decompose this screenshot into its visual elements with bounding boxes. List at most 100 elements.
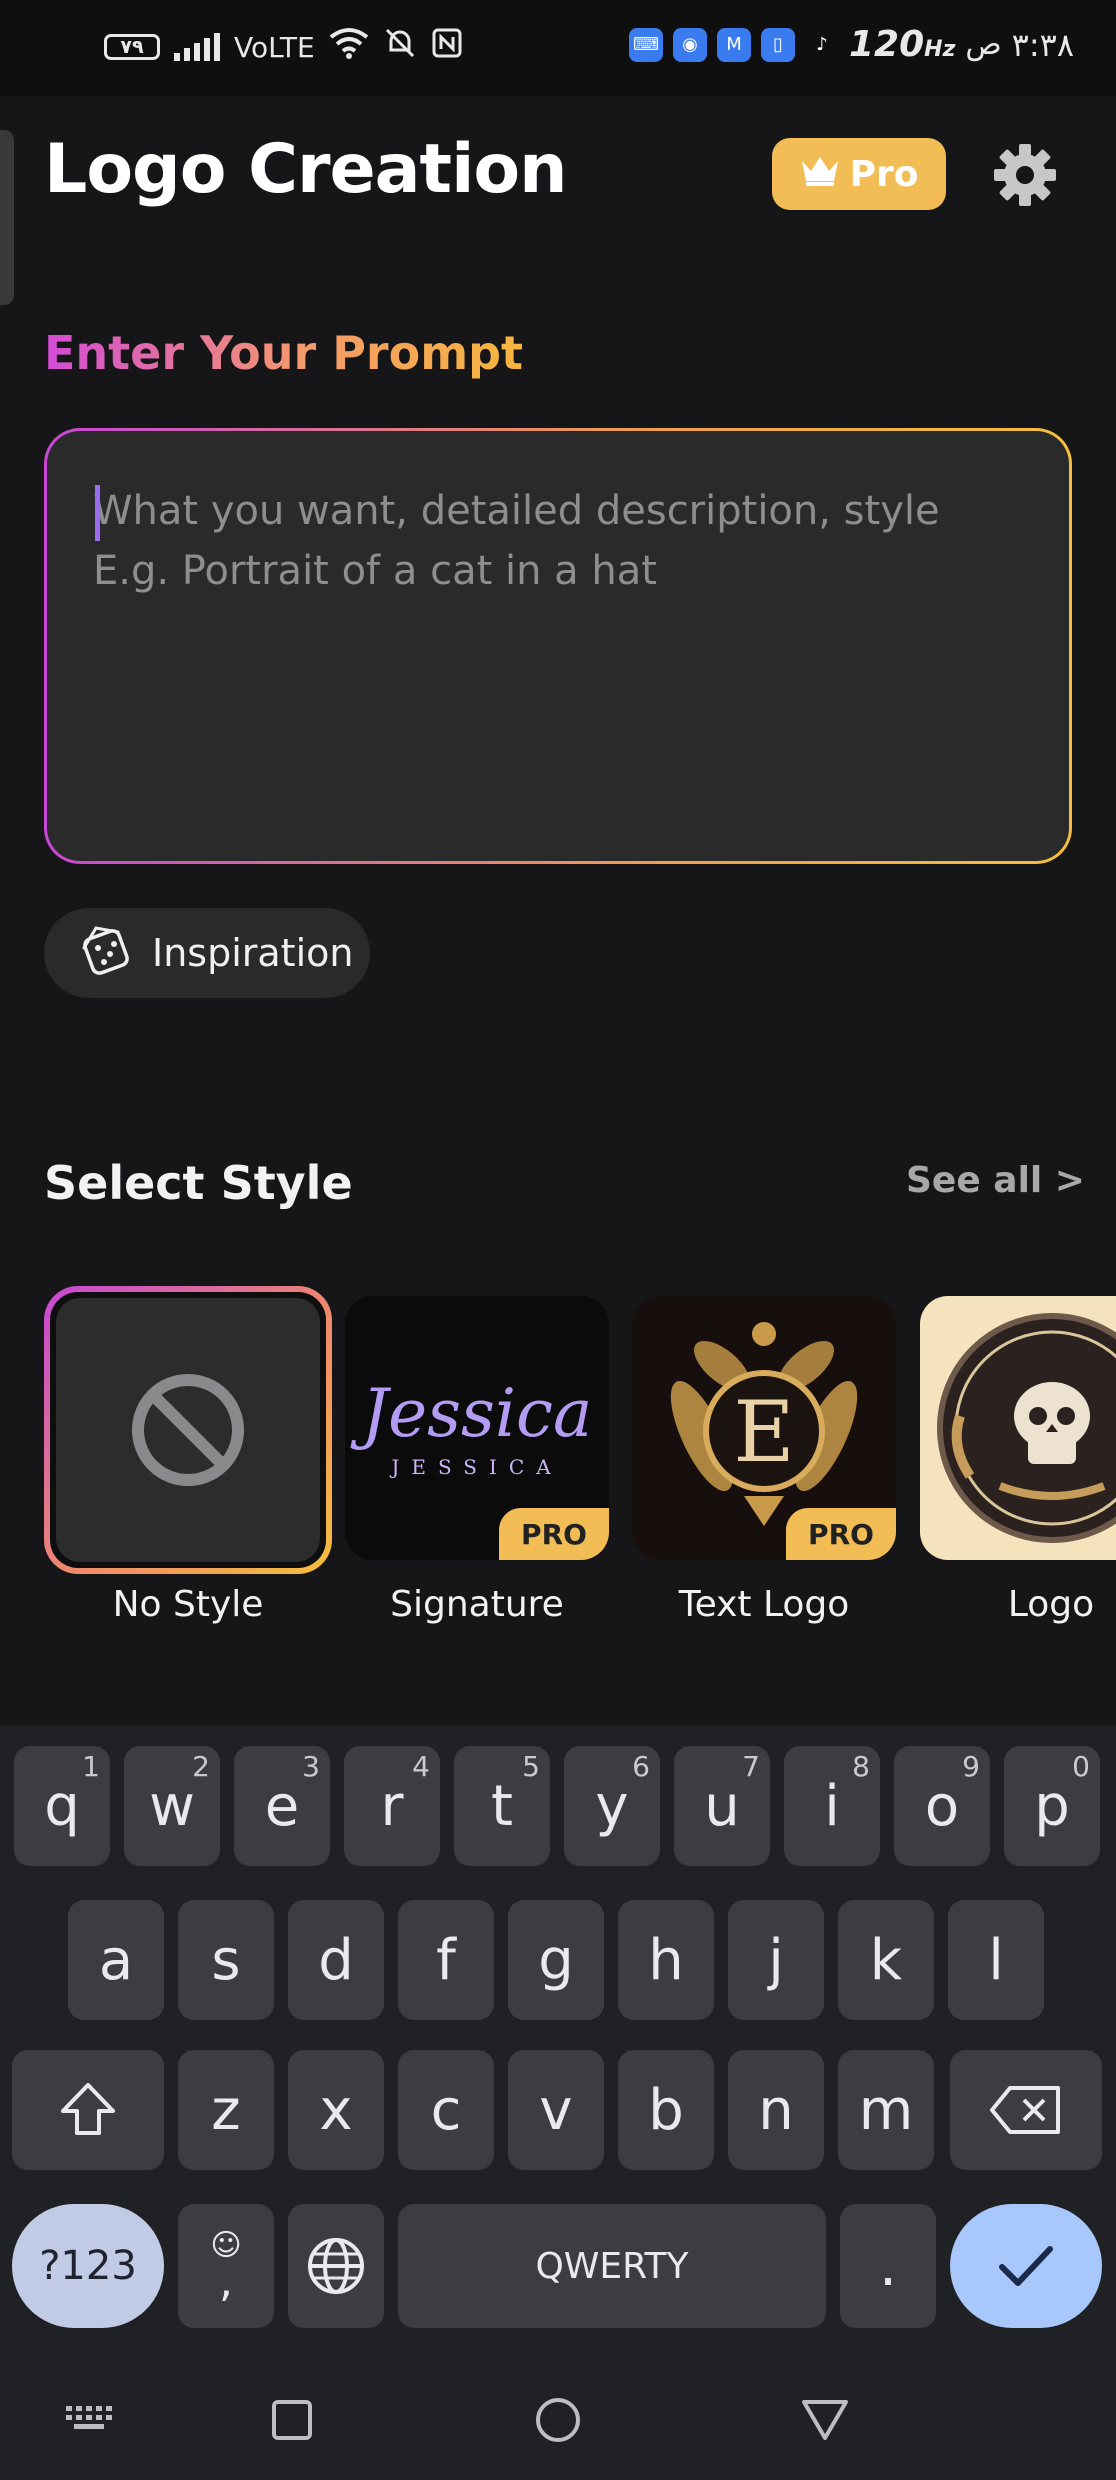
style-tile-text-logo[interactable]: E PRO: [632, 1296, 896, 1560]
key-s-label: s: [211, 1927, 241, 1993]
key-s[interactable]: s: [178, 1900, 274, 2020]
shift-icon: [61, 2083, 115, 2135]
key-e-label: e: [264, 1773, 300, 1839]
key-a[interactable]: a: [68, 1900, 164, 2020]
key-v-label: v: [539, 2077, 573, 2143]
key-r-label: r: [380, 1773, 404, 1839]
key-n-label: n: [758, 2077, 794, 2143]
comma-label: ,: [219, 2256, 233, 2307]
key-l-label: l: [988, 1927, 1004, 1993]
recents-nav-icon[interactable]: [270, 2398, 314, 2446]
key-r[interactable]: r4: [344, 1746, 440, 1866]
key-j[interactable]: j: [728, 1900, 824, 2020]
key-j-label: j: [768, 1927, 784, 1993]
key-z[interactable]: z: [178, 2050, 274, 2170]
key-y[interactable]: y6: [564, 1746, 660, 1866]
chrome-app-icon: ◉: [673, 27, 707, 62]
key-k[interactable]: k: [838, 1900, 934, 2020]
key-b-label: b: [648, 2077, 684, 2143]
key-o[interactable]: o9: [894, 1746, 990, 1866]
key-k-label: k: [869, 1927, 903, 1993]
key-t[interactable]: t5: [454, 1746, 550, 1866]
pro-badge: PRO: [499, 1508, 609, 1560]
mail-app-icon: M: [717, 27, 751, 62]
key-u[interactable]: u7: [674, 1746, 770, 1866]
bell-muted-icon: [383, 26, 417, 68]
key-x-label: x: [319, 2077, 353, 2143]
key-g-label: g: [538, 1927, 574, 1993]
space-key[interactable]: QWERTY: [398, 2204, 826, 2328]
period-key[interactable]: .: [840, 2204, 936, 2328]
key-q[interactable]: q1: [14, 1746, 110, 1866]
key-e[interactable]: e3: [234, 1746, 330, 1866]
prompt-textarea[interactable]: What you want, detailed description, sty…: [47, 431, 1069, 861]
battery-icon: ٧٩: [104, 34, 160, 60]
key-l[interactable]: l: [948, 1900, 1044, 2020]
key-i[interactable]: i8: [784, 1746, 880, 1866]
key-f[interactable]: f: [398, 1900, 494, 2020]
phone-app-icon: ▯: [761, 27, 795, 62]
keyboard-switch-icon[interactable]: [64, 2400, 114, 2438]
text-logo-art-letter: E: [733, 1383, 794, 1481]
key-c-label: c: [430, 2077, 462, 2143]
key-h[interactable]: h: [618, 1900, 714, 2020]
style-tile-no-style[interactable]: [44, 1286, 332, 1574]
prompt-input[interactable]: What you want, detailed description, sty…: [44, 428, 1072, 864]
symbols-key[interactable]: ?123: [12, 2204, 164, 2328]
refresh-rate-unit: Hz: [924, 37, 956, 62]
key-u-hint: 7: [742, 1750, 760, 1783]
pro-badge: PRO: [786, 1508, 896, 1560]
key-r-hint: 4: [412, 1750, 430, 1783]
home-nav-icon[interactable]: [534, 2396, 582, 2448]
key-w[interactable]: w2: [124, 1746, 220, 1866]
key-n[interactable]: n: [728, 2050, 824, 2170]
text-caret: [95, 485, 100, 541]
keyboard-app-icon: ⌨: [629, 27, 663, 62]
key-c[interactable]: c: [398, 2050, 494, 2170]
back-nav-icon[interactable]: [800, 2396, 850, 2446]
style-tile-logo[interactable]: [920, 1296, 1116, 1560]
style-label-no-style: No Style: [112, 1584, 264, 1625]
key-t-label: t: [491, 1773, 513, 1839]
signal-icon: [174, 33, 220, 61]
style-tile-signature[interactable]: Jessica JESSICA PRO: [345, 1296, 609, 1560]
pro-button[interactable]: Pro: [772, 138, 946, 210]
key-d[interactable]: d: [288, 1900, 384, 2020]
key-o-hint: 9: [962, 1750, 980, 1783]
refresh-rate: 120Hz: [849, 24, 955, 65]
inspiration-label: Inspiration: [152, 931, 354, 975]
see-all-link[interactable]: See all >: [906, 1160, 1085, 1201]
inspiration-button[interactable]: Inspiration: [44, 908, 370, 998]
key-i-hint: 8: [852, 1750, 870, 1783]
globe-icon: [308, 2238, 364, 2294]
emoji-comma-key[interactable]: ☺ ,: [178, 2204, 274, 2328]
key-v[interactable]: v: [508, 2050, 604, 2170]
key-u-label: u: [704, 1773, 740, 1839]
key-g[interactable]: g: [508, 1900, 604, 2020]
language-key[interactable]: [288, 2204, 384, 2328]
key-p[interactable]: p0: [1004, 1746, 1100, 1866]
page-title: Logo Creation: [44, 130, 567, 209]
check-icon: [999, 2246, 1053, 2286]
settings-gear-icon[interactable]: [990, 140, 1060, 210]
key-x[interactable]: x: [288, 2050, 384, 2170]
ampm: ص: [965, 27, 1002, 62]
side-panel-handle[interactable]: [0, 130, 14, 305]
backspace-key[interactable]: [950, 2050, 1102, 2170]
key-m[interactable]: m: [838, 2050, 934, 2170]
shift-key[interactable]: [12, 2050, 164, 2170]
done-key[interactable]: [950, 2204, 1102, 2328]
key-w-hint: 2: [192, 1750, 210, 1783]
style-label-logo: Logo: [1007, 1584, 1095, 1625]
style-label-text-logo: Text Logo: [678, 1584, 850, 1625]
signature-art-text: Jessica: [350, 1375, 593, 1452]
key-p-label: p: [1034, 1773, 1070, 1839]
key-b[interactable]: b: [618, 2050, 714, 2170]
tiktok-app-icon: ♪: [805, 27, 839, 62]
key-p-hint: 0: [1072, 1750, 1090, 1783]
key-z-label: z: [211, 2077, 241, 2143]
key-e-hint: 3: [302, 1750, 320, 1783]
key-d-label: d: [318, 1927, 354, 1993]
status-right: ⌨ ◉ M ▯ ♪ 120Hz ص ٣:٣٨: [629, 24, 1074, 65]
status-left: ٧٩ VoLTE: [104, 26, 463, 68]
